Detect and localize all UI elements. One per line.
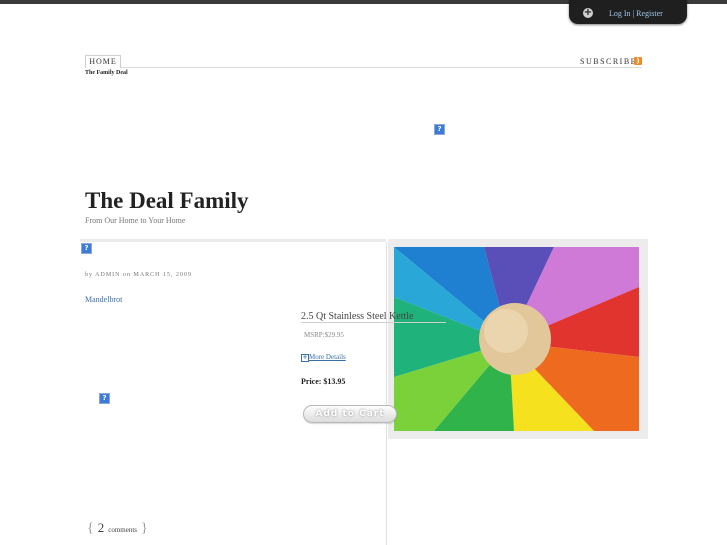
- site-title[interactable]: The Deal Family: [85, 188, 249, 214]
- expand-icon[interactable]: +: [301, 354, 309, 362]
- product-title-underline: [301, 322, 446, 323]
- pinwheel-image[interactable]: [394, 247, 639, 431]
- rss-icon[interactable]: ): [634, 57, 642, 65]
- nav-home-tab[interactable]: HOME: [85, 55, 121, 68]
- column-divider: [386, 242, 387, 545]
- broken-image-icon: ?: [434, 124, 445, 135]
- nav-divider: [85, 67, 642, 68]
- product-price: Price: $13.95: [301, 377, 346, 386]
- login-bar: + Log In | Register: [569, 0, 687, 24]
- site-tagline: From Our Home to Your Home: [85, 216, 186, 225]
- comments-open-brace: {: [87, 521, 94, 536]
- category-link[interactable]: Mandelbrot: [85, 295, 122, 304]
- more-details-link[interactable]: More Details: [309, 353, 346, 361]
- product-title[interactable]: 2.5 Qt Stainless Steel Kettle: [301, 311, 414, 322]
- plus-icon[interactable]: +: [583, 8, 593, 18]
- post-meta: by ADMIN on MARCH 15, 2009: [85, 272, 193, 278]
- login-register-link[interactable]: Log In | Register: [609, 9, 663, 18]
- broken-image-icon: ?: [81, 243, 92, 254]
- comments-close-brace: }: [141, 521, 148, 536]
- comments-label: comments: [108, 526, 138, 534]
- product-msrp: MSRP:$29.95: [304, 331, 344, 339]
- broken-image-icon: ?: [99, 393, 110, 404]
- site-tag: The Family Deal: [85, 70, 128, 76]
- add-to-cart-button[interactable]: Add to Cart: [303, 405, 397, 423]
- subscribe-link[interactable]: SUBSCRIBE: [580, 57, 637, 66]
- comments-link[interactable]: { 2 comments }: [87, 519, 148, 537]
- comments-count: 2: [97, 520, 105, 535]
- content-top-border: [80, 239, 386, 242]
